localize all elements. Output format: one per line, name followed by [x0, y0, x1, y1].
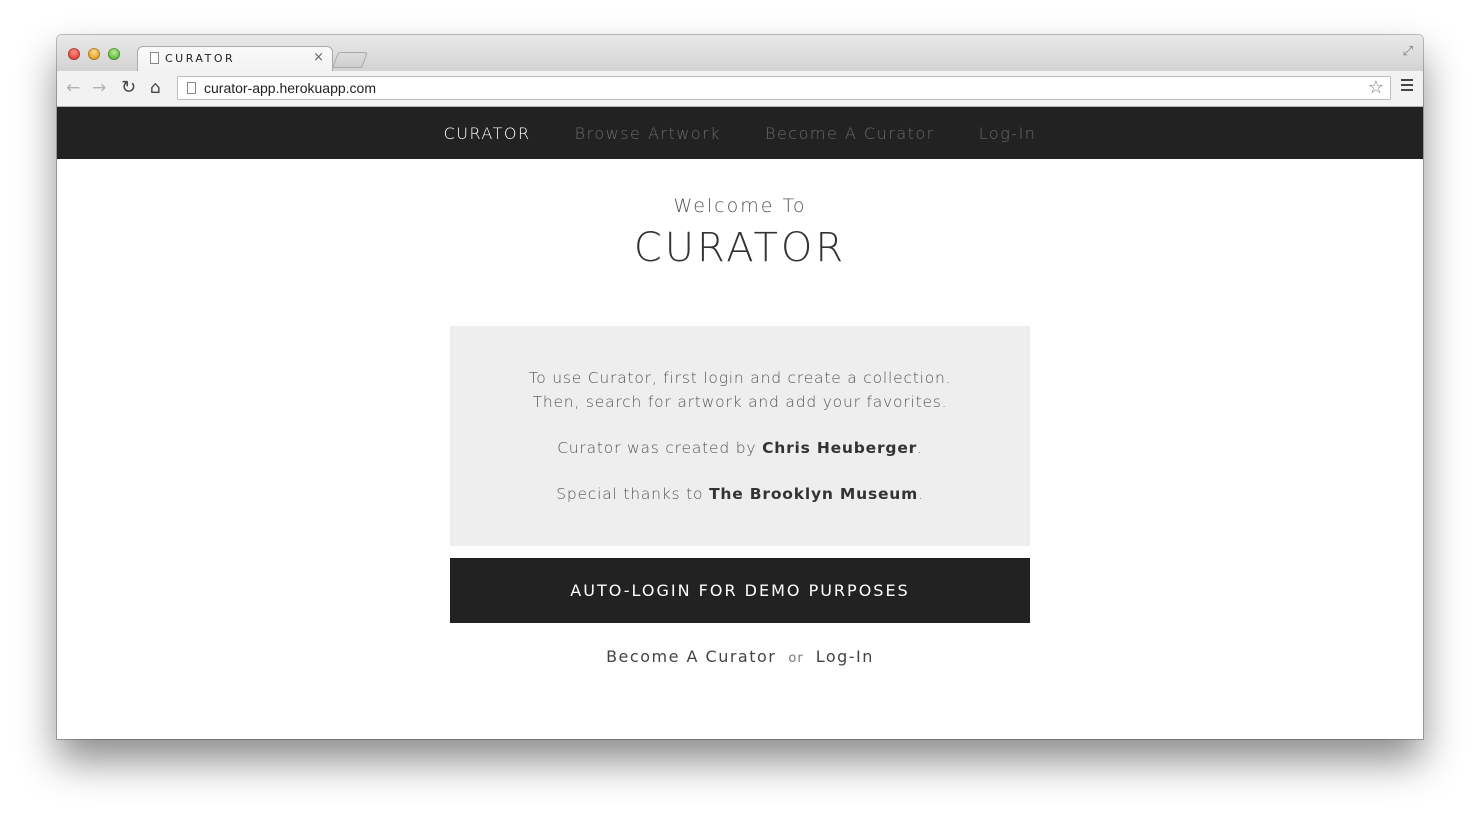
- login-link[interactable]: Log-In: [816, 647, 874, 666]
- close-window-icon[interactable]: [68, 48, 80, 60]
- site-navbar: CURATOR Browse Artwork Become A Curator …: [57, 107, 1423, 159]
- info-line-1: To use Curator, first login and create a…: [528, 369, 952, 387]
- bookmark-star-icon[interactable]: ☆: [1368, 77, 1384, 98]
- url-text[interactable]: curator-app.herokuapp.com: [204, 80, 376, 96]
- zoom-window-icon[interactable]: [108, 48, 120, 60]
- forward-arrow-icon[interactable]: →: [92, 78, 106, 98]
- nav-item-become-curator[interactable]: Become A Curator: [743, 124, 957, 143]
- info-line-2: Then, search for artwork and add your fa…: [532, 393, 948, 411]
- tab-title: CURATOR: [165, 52, 236, 65]
- page-content: CURATOR Browse Artwork Become A Curator …: [57, 107, 1423, 739]
- home-icon[interactable]: ⌂: [150, 78, 161, 98]
- thanks-line: Special thanks to The Brooklyn Museum.: [450, 482, 1030, 506]
- become-curator-link[interactable]: Become A Curator: [606, 647, 776, 666]
- auth-links: Become A Curator or Log-In: [57, 647, 1423, 666]
- museum-name: The Brooklyn Museum: [709, 485, 919, 503]
- back-arrow-icon[interactable]: ←: [66, 78, 80, 98]
- new-tab-button[interactable]: [332, 52, 368, 68]
- minimize-window-icon[interactable]: [88, 48, 100, 60]
- credit-suffix: .: [917, 439, 923, 457]
- nav-item-login[interactable]: Log-In: [957, 124, 1059, 143]
- welcome-text: Welcome To: [673, 195, 807, 217]
- nav-brand[interactable]: CURATOR: [422, 124, 553, 143]
- browser-tab[interactable]: CURATOR ×: [137, 46, 333, 72]
- fullscreen-icon[interactable]: ⤢: [1403, 44, 1413, 59]
- auto-login-button[interactable]: AUTO-LOGIN FOR DEMO PURPOSES: [450, 558, 1030, 623]
- credit-prefix: Curator was created by: [557, 439, 763, 457]
- reload-icon[interactable]: ↻: [121, 78, 136, 98]
- or-separator: or: [788, 651, 804, 666]
- info-panel: To use Curator, first login and create a…: [450, 326, 1030, 546]
- document-icon: [150, 52, 159, 64]
- address-bar[interactable]: curator-app.herokuapp.com ☆: [177, 76, 1391, 100]
- page-title: CURATOR: [633, 225, 847, 271]
- menu-icon[interactable]: [1401, 79, 1413, 94]
- nav-item-browse-artwork[interactable]: Browse Artwork: [553, 124, 743, 143]
- page-icon: [187, 82, 196, 94]
- browser-window: CURATOR × ⤢ ← → ↻ ⌂ curator-app.herokuap…: [57, 35, 1423, 739]
- browser-toolbar: ← → ↻ ⌂ curator-app.herokuapp.com ☆: [57, 71, 1423, 107]
- author-name: Chris Heuberger: [762, 439, 918, 457]
- tab-close-icon[interactable]: ×: [313, 50, 324, 65]
- credit-line: Curator was created by Chris Heuberger.: [450, 436, 1030, 460]
- thanks-suffix: .: [918, 485, 924, 503]
- thanks-prefix: Special thanks to: [556, 485, 710, 503]
- title-bar: CURATOR × ⤢: [57, 35, 1423, 72]
